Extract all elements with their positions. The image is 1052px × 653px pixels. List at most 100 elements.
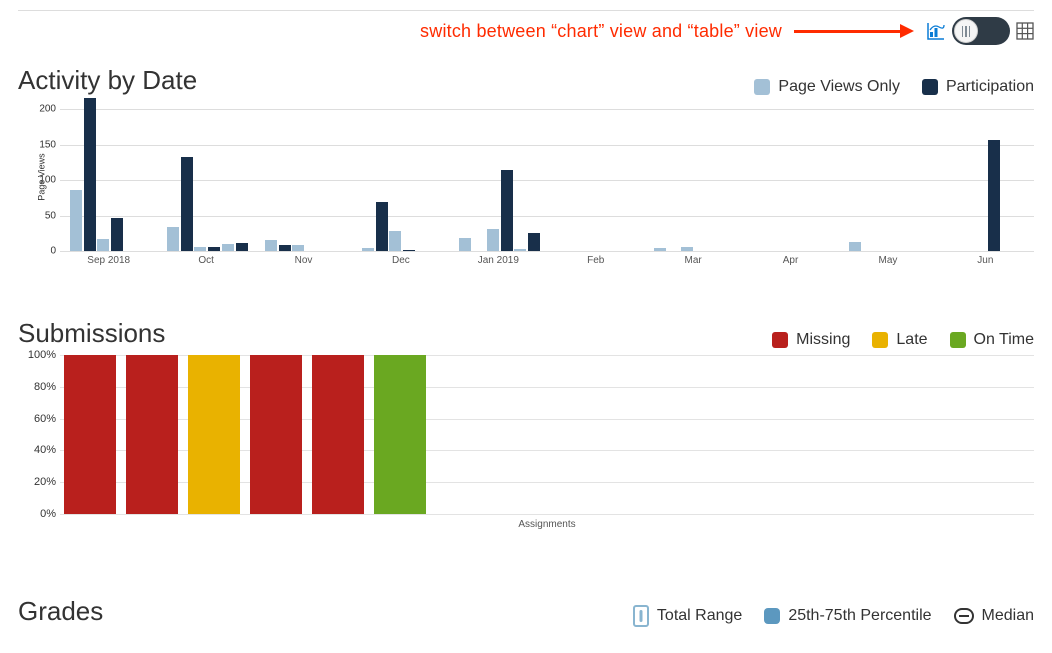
bar-page-views [222, 244, 234, 251]
bar-participation [236, 243, 248, 251]
month-block: Oct [157, 102, 254, 251]
bar-page-views [459, 238, 471, 251]
activity-title: Activity by Date [18, 65, 197, 96]
bar-participation [84, 98, 96, 251]
month-block: Apr [742, 102, 839, 251]
bar-participation [208, 247, 220, 251]
y-tick: 40% [20, 444, 56, 456]
legend-label: Participation [946, 78, 1034, 96]
legend-label: Total Range [657, 607, 742, 625]
y-tick: 20% [20, 476, 56, 488]
bar-pair [974, 140, 1000, 251]
legend-label: Page Views Only [778, 78, 900, 96]
submission-bar [126, 355, 178, 514]
swatch-icon [950, 332, 966, 348]
bar-page-views [265, 240, 277, 251]
submissions-x-axis-label: Assignments [60, 519, 1034, 530]
month-label: Jun [977, 255, 993, 266]
month-block: Jan 2019 [450, 102, 547, 251]
month-label: Mar [685, 255, 702, 266]
legend-label: Missing [796, 331, 850, 349]
submission-bar [64, 355, 116, 514]
month-block: Nov [255, 102, 352, 251]
bar-pair [459, 238, 485, 251]
bar-pair [265, 240, 291, 251]
legend-late: Late [872, 331, 927, 349]
submissions-chart: 0%20%40%60%80%100% Assignments [18, 355, 1034, 530]
submissions-legend: Missing Late On Time [772, 331, 1034, 349]
month-label: Oct [198, 255, 214, 266]
percentile-icon [764, 608, 780, 624]
month-block: Mar [644, 102, 741, 251]
y-tick: 0 [30, 246, 56, 257]
month-block: Dec [352, 102, 449, 251]
grades-title: Grades [18, 596, 103, 627]
activity-legend: Page Views Only Participation [754, 78, 1034, 96]
range-icon [633, 605, 649, 627]
month-block: May [839, 102, 936, 251]
y-tick: 100 [30, 175, 56, 186]
bar-participation [528, 233, 540, 251]
view-toggle[interactable] [952, 17, 1010, 45]
legend-participation: Participation [922, 78, 1034, 96]
y-tick: 60% [20, 413, 56, 425]
submission-bar [312, 355, 364, 514]
bar-participation [111, 218, 123, 251]
legend-label: 25th-75th Percentile [788, 607, 931, 625]
swatch-icon [772, 332, 788, 348]
y-tick: 0% [20, 508, 56, 520]
submission-bar [374, 355, 426, 514]
bar-pair [514, 233, 540, 251]
view-toggle-row: switch between “chart” view and “table” … [18, 17, 1034, 45]
bar-pair [487, 170, 513, 251]
activity-chart: Page Views 050100150200Sep 2018OctNovDec… [18, 102, 1034, 252]
bar-pair [167, 157, 193, 251]
gridline [60, 251, 1034, 252]
activity-section-header: Activity by Date Page Views Only Partici… [18, 65, 1034, 96]
bar-page-views [292, 245, 304, 251]
bar-page-views [167, 227, 179, 251]
month-label: Apr [783, 255, 799, 266]
legend-missing: Missing [772, 331, 850, 349]
bar-pair [681, 247, 707, 251]
bar-pair [362, 202, 388, 251]
bar-pair [654, 248, 680, 251]
bar-pair [389, 231, 415, 251]
legend-label: Median [982, 607, 1034, 625]
bar-page-views [681, 247, 693, 251]
y-tick: 50 [30, 210, 56, 221]
arrow-icon [794, 24, 914, 38]
y-tick: 80% [20, 381, 56, 393]
submission-bar [250, 355, 302, 514]
swatch-icon [754, 79, 770, 95]
top-divider [18, 10, 1034, 11]
bar-participation [988, 140, 1000, 251]
bar-page-views [514, 249, 526, 251]
table-icon[interactable] [1016, 22, 1034, 40]
chart-icon[interactable] [926, 21, 946, 41]
bar-page-views [194, 247, 206, 251]
bar-page-views [389, 231, 401, 251]
bar-pair [70, 98, 96, 251]
swatch-icon [922, 79, 938, 95]
month-label: Feb [587, 255, 604, 266]
bar-pair [292, 245, 318, 251]
legend-label: On Time [974, 331, 1034, 349]
y-tick: 150 [30, 139, 56, 150]
legend-label: Late [896, 331, 927, 349]
y-tick: 200 [30, 104, 56, 115]
bar-page-views [362, 248, 374, 251]
legend-on-time: On Time [950, 331, 1034, 349]
legend-total-range: Total Range [633, 605, 742, 627]
swatch-icon [872, 332, 888, 348]
switch-annotation-text: switch between “chart” view and “table” … [420, 21, 782, 42]
bar-page-views [70, 190, 82, 251]
bar-participation [501, 170, 513, 251]
month-label: Jan 2019 [478, 255, 519, 266]
submissions-section-header: Submissions Missing Late On Time [18, 318, 1034, 349]
legend-percentile: 25th-75th Percentile [764, 607, 931, 625]
bar-participation [279, 245, 291, 251]
month-label: Sep 2018 [87, 255, 130, 266]
gridline [60, 514, 1034, 515]
median-icon [954, 608, 974, 624]
